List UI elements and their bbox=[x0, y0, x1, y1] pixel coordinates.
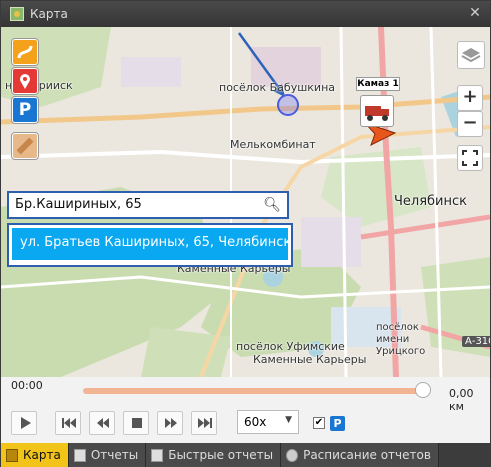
chevron-down-icon: ▼ bbox=[285, 415, 292, 425]
layers-button[interactable] bbox=[457, 41, 485, 69]
plus-icon: + bbox=[462, 86, 478, 107]
tab-label: Расписание отчетов bbox=[303, 448, 431, 462]
clock-icon bbox=[286, 448, 299, 462]
rewind-icon bbox=[97, 418, 109, 428]
skip-end-icon bbox=[198, 418, 212, 428]
skip-to-end-button[interactable] bbox=[191, 411, 217, 435]
truck-icon bbox=[360, 95, 394, 127]
fullscreen-button[interactable] bbox=[457, 145, 483, 171]
skip-start-icon bbox=[62, 418, 76, 428]
map-window: Карта ✕ ный прииск посёлок Бабушкина Мел… bbox=[0, 0, 491, 467]
fullscreen-icon bbox=[462, 150, 478, 166]
tab-label: Отчеты bbox=[90, 448, 139, 462]
search-suggestions: ул. Братьев Кашириных, 65, Челябинск,... bbox=[7, 223, 293, 267]
search-icon[interactable]: 🔍︎ bbox=[263, 197, 281, 213]
zoom-in-button[interactable]: + bbox=[457, 85, 483, 111]
poi-tool-button[interactable] bbox=[12, 68, 38, 94]
parking-checkbox[interactable]: ✔ bbox=[313, 417, 325, 429]
parking-icon: P bbox=[18, 100, 32, 120]
marker-icon bbox=[20, 74, 30, 89]
close-icon[interactable]: ✕ bbox=[468, 6, 482, 20]
stop-button[interactable] bbox=[123, 411, 149, 435]
tab-label: Быстрые отчеты bbox=[168, 448, 274, 462]
parking-badge: P bbox=[330, 416, 345, 431]
map-label-melkombinat: Мелькомбинат bbox=[230, 138, 316, 151]
map-app-icon bbox=[10, 7, 24, 21]
tab-map[interactable]: Карта bbox=[1, 443, 69, 467]
map-label-uritsky: посёлок имени Урицкого bbox=[376, 322, 426, 357]
suggestion-item[interactable]: ул. Братьев Кашириных, 65, Челябинск,... bbox=[12, 228, 288, 260]
playback-panel: 00:00 0,00 км 60x ▼ ✔ P bbox=[1, 377, 490, 443]
playback-timeline[interactable] bbox=[83, 388, 423, 394]
parking-tool-button[interactable]: P bbox=[12, 97, 38, 123]
distance-readout: 0,00 км bbox=[449, 387, 474, 413]
fast-forward-icon bbox=[165, 418, 177, 428]
ruler-icon bbox=[16, 137, 34, 155]
rewind-button[interactable] bbox=[89, 411, 115, 435]
vehicle-marker[interactable]: Камаз 1 bbox=[356, 77, 400, 133]
start-time: 00:00 bbox=[11, 379, 43, 392]
tab-reports[interactable]: Отчеты bbox=[68, 443, 147, 467]
route-tool-button[interactable] bbox=[12, 39, 38, 65]
search-value: Бр.Кашириных, 65 bbox=[15, 197, 142, 212]
tab-report-schedule[interactable]: Расписание отчетов bbox=[281, 443, 439, 467]
road-badge: А-310 bbox=[462, 336, 490, 347]
map-label-kamennye-karery-2: Каменные Карьеры bbox=[253, 353, 367, 366]
speed-select[interactable]: 60x ▼ bbox=[237, 410, 299, 434]
fast-forward-button[interactable] bbox=[157, 411, 183, 435]
title-bar: Карта ✕ bbox=[1, 1, 490, 27]
window-title: Карта bbox=[30, 7, 68, 21]
skip-to-start-button[interactable] bbox=[55, 411, 81, 435]
map-label-babushkina: посёлок Бабушкина bbox=[219, 81, 336, 94]
speed-value: 60x bbox=[244, 415, 267, 429]
map-label-ufimskie: посёлок Уфимские bbox=[236, 340, 345, 353]
timeline-handle[interactable] bbox=[415, 382, 431, 398]
document-icon bbox=[151, 448, 164, 462]
zoom-out-button[interactable]: − bbox=[457, 111, 483, 137]
ruler-tool-button[interactable] bbox=[12, 133, 38, 159]
address-search-input[interactable]: Бр.Кашириных, 65 🔍︎ bbox=[7, 191, 289, 219]
map-view[interactable]: ный прииск посёлок Бабушкина Мелькомбина… bbox=[1, 27, 490, 377]
layers-icon bbox=[461, 48, 481, 63]
play-button[interactable] bbox=[11, 411, 37, 435]
vehicle-name: Камаз 1 bbox=[356, 77, 400, 91]
stop-icon bbox=[132, 418, 142, 428]
minus-icon: − bbox=[462, 112, 478, 133]
tab-quick-reports[interactable]: Быстрые отчеты bbox=[146, 443, 282, 467]
map-tab-icon bbox=[6, 448, 18, 462]
play-icon bbox=[21, 417, 31, 429]
map-label-city: Челябинск bbox=[394, 194, 468, 209]
tab-label: Карта bbox=[23, 448, 61, 462]
bottom-tabs: Карта Отчеты Быстрые отчеты Расписание о… bbox=[1, 443, 490, 467]
document-icon bbox=[73, 448, 86, 462]
route-icon bbox=[17, 45, 33, 59]
